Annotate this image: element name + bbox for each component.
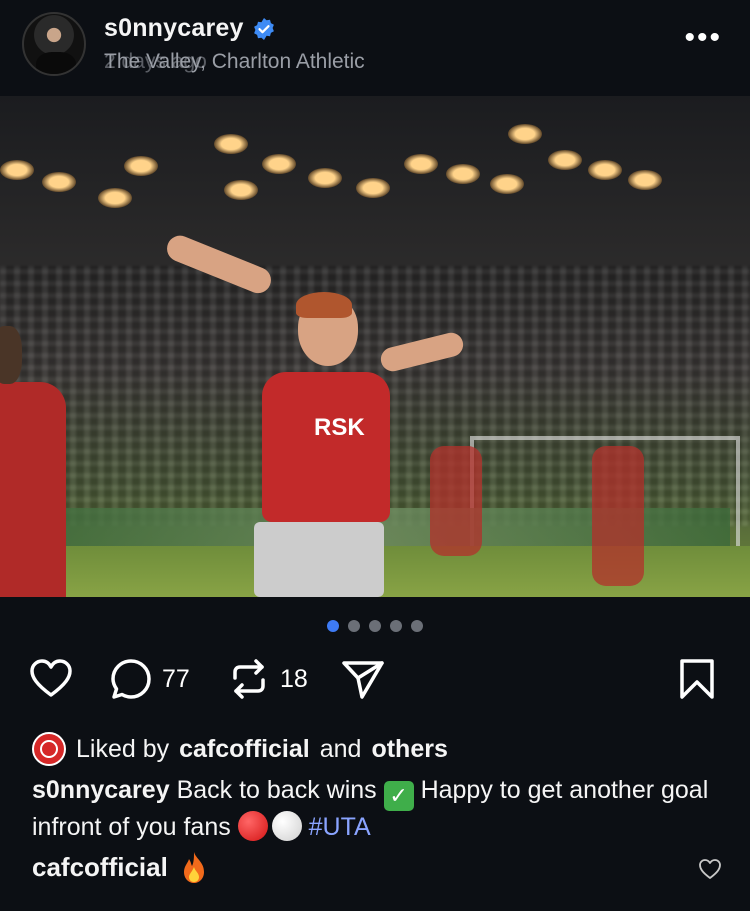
carousel-dot — [369, 620, 381, 632]
comment-like-heart-icon[interactable] — [698, 857, 722, 881]
left-player — [0, 326, 66, 597]
celebrating-player: RSK — [236, 292, 396, 597]
likes-prefix: Liked by — [76, 734, 170, 763]
background-player — [430, 446, 482, 556]
likes-suffix[interactable]: others — [371, 735, 447, 764]
carousel-dot — [327, 620, 339, 632]
repost-button[interactable]: 18 — [226, 656, 308, 702]
verified-badge-icon — [253, 17, 274, 40]
post-photo[interactable]: RSK — [0, 96, 750, 597]
like-button[interactable] — [28, 656, 74, 702]
background-player — [592, 446, 644, 586]
white-circle-icon — [271, 811, 302, 841]
carousel-dot — [348, 620, 360, 632]
username[interactable]: s0nnycarey — [104, 14, 244, 43]
check-mark-icon: ✓ — [383, 781, 414, 811]
comment-button[interactable]: 77 — [108, 656, 190, 702]
avatar[interactable] — [22, 12, 86, 76]
more-options-icon[interactable]: ••• — [684, 23, 722, 53]
caption-text-1: Back to back wins — [176, 776, 377, 804]
post-caption: s0nnycarey Back to back wins ✓ Happy to … — [32, 774, 722, 843]
share-button[interactable] — [340, 656, 386, 702]
save-button[interactable] — [674, 656, 720, 702]
likes-middle: and — [319, 734, 362, 763]
top-comment: cafcofficial — [32, 850, 208, 884]
username-row: s0nnycarey — [104, 14, 276, 43]
carousel-indicator — [0, 620, 750, 632]
location-link[interactable]: The Valley, Charlton Athletic 2 days ago — [104, 50, 365, 74]
carousel-dot — [390, 620, 402, 632]
likes-summary[interactable]: Liked by cafcofficial and others — [32, 732, 448, 766]
caption-username[interactable]: s0nnycarey — [32, 776, 170, 804]
bookmark-icon — [680, 659, 714, 699]
carousel-dot — [411, 620, 423, 632]
heart-icon — [30, 659, 72, 697]
repost-icon — [233, 659, 265, 699]
timestamp-text: 2 days ago — [104, 50, 207, 73]
post-header: s0nnycarey The Valley, Charlton Athletic… — [0, 0, 750, 96]
send-icon — [342, 661, 384, 699]
club-logo-icon — [32, 732, 66, 766]
comment-count: 77 — [162, 664, 190, 693]
comment-username[interactable]: cafcofficial — [32, 852, 168, 883]
likes-user[interactable]: cafcofficial — [179, 735, 310, 764]
repost-count: 18 — [280, 664, 308, 693]
fire-icon — [183, 852, 204, 883]
caption-hashtag[interactable]: #UTA — [309, 813, 371, 841]
comment-icon — [111, 659, 151, 699]
red-circle-icon — [237, 811, 268, 841]
action-bar: 77 18 — [0, 656, 750, 708]
